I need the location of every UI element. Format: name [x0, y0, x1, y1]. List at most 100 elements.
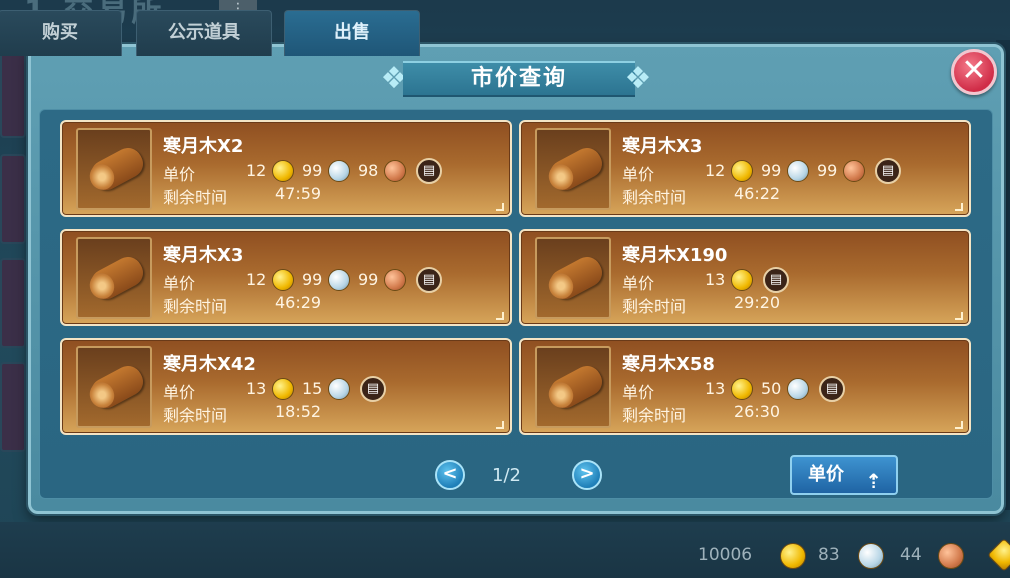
- listing-card[interactable]: 寒月木X3 单价剩余时间 12 99 99 ▤ 46:22: [519, 120, 971, 217]
- wallet-copper-amount: 44: [900, 545, 922, 565]
- time-left-label: 剩余时间: [622, 297, 687, 316]
- time-left-label: 剩余时间: [163, 406, 228, 425]
- title-ornament-right-icon: ❖: [624, 61, 652, 96]
- listing-card[interactable]: 寒月木X58 单价剩余时间 13 50 ▤ 26:30: [519, 338, 971, 435]
- unit-price-label: 单价: [163, 274, 196, 293]
- corner-mark: [496, 312, 504, 320]
- wood-log-icon: [86, 143, 148, 195]
- price-silver-amount: 99: [302, 270, 323, 289]
- item-name: 寒月木X42: [163, 354, 256, 375]
- wallet-balance: 10006 83 44: [690, 538, 1010, 572]
- price-gold-amount: 12: [246, 270, 267, 289]
- background-side-slot: [0, 52, 26, 138]
- price-silver-amount: 15: [302, 379, 323, 398]
- wood-log-icon: [545, 143, 607, 195]
- tab-sell[interactable]: 出售: [284, 10, 420, 56]
- sort-button-label: 单价: [808, 464, 844, 485]
- detail-icon[interactable]: ▤: [416, 267, 442, 293]
- time-left-value: 18:52: [275, 402, 322, 421]
- wood-log-icon: [86, 252, 148, 304]
- silver-coin-icon: [787, 378, 809, 400]
- listing-card[interactable]: 寒月木X42 单价剩余时间 13 15 ▤ 18:52: [60, 338, 512, 435]
- corner-mark: [955, 312, 963, 320]
- unit-price-label: 单价: [622, 165, 655, 184]
- wood-log-icon: [545, 252, 607, 304]
- unit-price-label: 单价: [163, 165, 196, 184]
- copper-coin-icon: [384, 160, 406, 182]
- silver-coin-icon: [328, 269, 350, 291]
- price-copper-amount: 98: [358, 161, 379, 180]
- detail-icon[interactable]: ▤: [416, 158, 442, 184]
- time-left-value: 46:29: [275, 293, 322, 312]
- price-silver-amount: 50: [761, 379, 782, 398]
- item-thumbnail: [76, 237, 152, 319]
- add-currency-icon[interactable]: [987, 538, 1010, 572]
- time-left-value: 26:30: [734, 402, 781, 421]
- silver-coin-icon: [787, 160, 809, 182]
- time-left-label: 剩余时间: [163, 188, 228, 207]
- sort-arrow-icon: ⇡: [865, 469, 882, 493]
- gold-coin-icon: [780, 543, 806, 569]
- item-thumbnail: [535, 346, 611, 428]
- corner-mark: [955, 421, 963, 429]
- corner-mark: [955, 203, 963, 211]
- background-side-slot: [0, 154, 26, 244]
- chevron-right-icon: >: [579, 463, 595, 484]
- copper-coin-icon: [384, 269, 406, 291]
- time-left-label: 剩余时间: [622, 406, 687, 425]
- time-left-value: 46:22: [734, 184, 781, 203]
- detail-icon[interactable]: ▤: [875, 158, 901, 184]
- unit-price-label: 单价: [622, 274, 655, 293]
- dialog-title: 市价查询: [403, 61, 635, 97]
- listing-card[interactable]: 寒月木X2 单价 剩余时间 12 99 98 ▤ 47:59: [60, 120, 512, 217]
- close-button[interactable]: ✕: [951, 49, 997, 95]
- price-gold-amount: 13: [246, 379, 267, 398]
- gold-coin-icon: [272, 269, 294, 291]
- detail-icon[interactable]: ▤: [819, 376, 845, 402]
- item-thumbnail: [535, 128, 611, 210]
- wallet-silver-amount: 83: [818, 545, 840, 565]
- time-left-value: 29:20: [734, 293, 781, 312]
- chevron-left-icon: <: [442, 463, 458, 484]
- silver-coin-icon: [858, 543, 884, 569]
- background-side-slot: [0, 258, 26, 348]
- time-left-value: 47:59: [275, 184, 322, 203]
- wallet-gold-amount: 10006: [698, 545, 753, 565]
- price-gold-amount: 13: [705, 379, 726, 398]
- detail-icon[interactable]: ▤: [763, 267, 789, 293]
- item-name: 寒月木X3: [622, 136, 703, 157]
- gold-coin-icon: [731, 378, 753, 400]
- previous-page-button[interactable]: <: [435, 460, 465, 490]
- tab-public-items[interactable]: 公示道具: [136, 10, 272, 56]
- market-price-dialog: ❖ 市价查询 ❖ ✕ 寒月木X2 单价 剩余时间 12 99 98 ▤ 47:59 寒月木X3 单…: [28, 44, 1004, 514]
- next-page-button[interactable]: >: [572, 460, 602, 490]
- sort-by-unit-price-button[interactable]: 单价 ⇡: [790, 455, 898, 495]
- gold-coin-icon: [731, 160, 753, 182]
- page-indicator: 1/2: [492, 465, 521, 486]
- listing-card[interactable]: 寒月木X190 单价剩余时间 13 ▤ 29:20: [519, 229, 971, 326]
- corner-mark: [496, 421, 504, 429]
- price-gold-amount: 13: [705, 270, 726, 289]
- unit-price-label: 单价: [163, 383, 196, 402]
- time-left-label: 剩余时间: [622, 188, 687, 207]
- copper-coin-icon: [938, 543, 964, 569]
- time-left-label: 剩余时间: [163, 297, 228, 316]
- gold-coin-icon: [272, 160, 294, 182]
- item-name: 寒月木X58: [622, 354, 715, 375]
- background-side-slot: [0, 362, 26, 452]
- silver-coin-icon: [328, 378, 350, 400]
- price-silver-amount: 99: [761, 161, 782, 180]
- tab-buy[interactable]: 购买: [0, 10, 122, 56]
- price-copper-amount: 99: [817, 161, 838, 180]
- silver-coin-icon: [328, 160, 350, 182]
- detail-icon[interactable]: ▤: [360, 376, 386, 402]
- wood-log-icon: [545, 361, 607, 413]
- price-gold-amount: 12: [705, 161, 726, 180]
- price-gold-amount: 12: [246, 161, 267, 180]
- unit-price-label: 单价: [622, 383, 655, 402]
- item-name: 寒月木X190: [622, 245, 728, 266]
- listing-card[interactable]: 寒月木X3 单价 剩余时间 12 99 99 ▤ 46:29: [60, 229, 512, 326]
- item-thumbnail: [76, 346, 152, 428]
- item-thumbnail: [535, 237, 611, 319]
- price-silver-amount: 99: [302, 161, 323, 180]
